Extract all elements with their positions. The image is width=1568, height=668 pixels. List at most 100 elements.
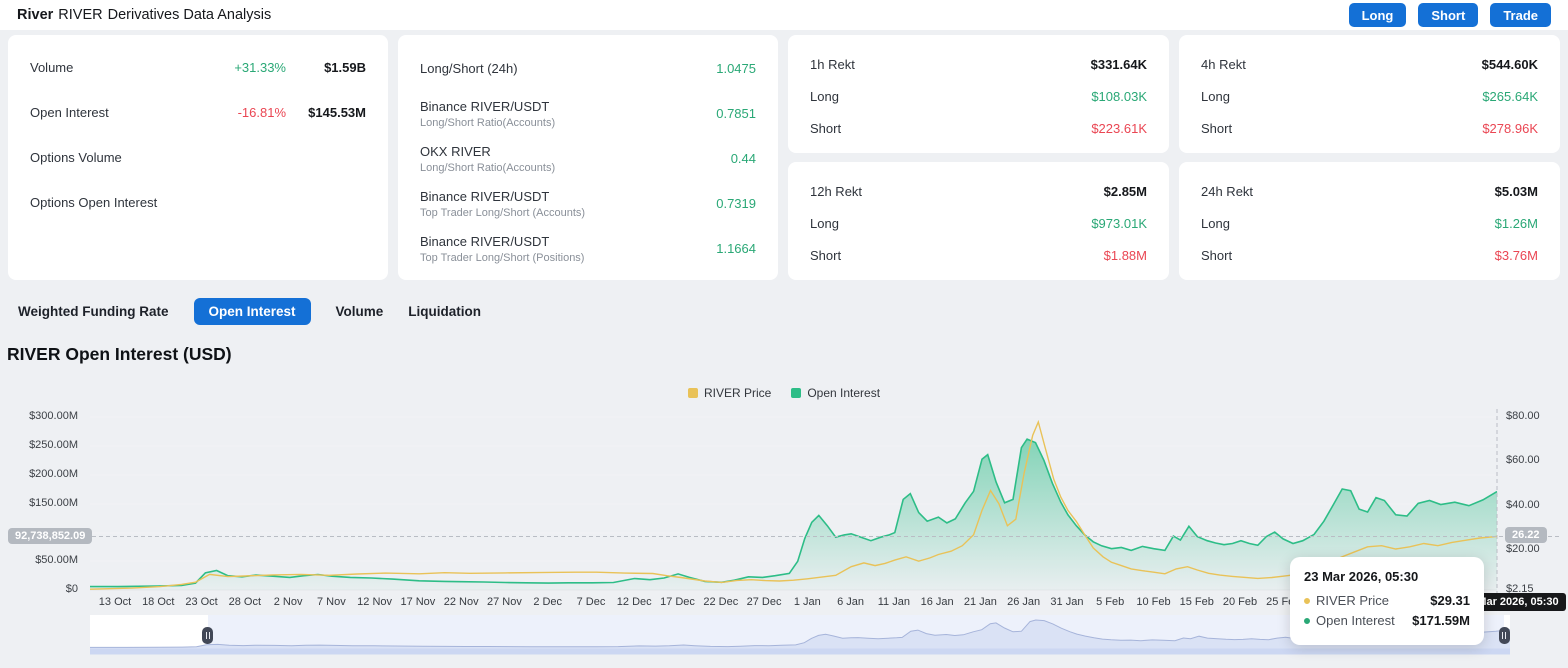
tab-liquidation[interactable]: Liquidation — [408, 304, 481, 319]
right-axis-tick: $40.00 — [1506, 499, 1540, 511]
x-axis-tick: 27 Dec — [747, 596, 782, 608]
rekt-long-value: $973.01K — [1091, 216, 1147, 231]
rekt-card-4h: 4h Rekt$544.60K Long$265.64K Short$278.9… — [1179, 35, 1560, 153]
left-axis-tick: $150.00M — [8, 497, 78, 509]
price-axis-badge: 26.22 — [1505, 527, 1547, 543]
x-axis-tick: 2 Nov — [274, 596, 303, 608]
page-title: RiverRIVERDerivatives Data Analysis — [17, 7, 271, 23]
rekt-short-label: Short — [1201, 121, 1232, 136]
rekt-short-value: $3.76M — [1495, 248, 1538, 263]
x-axis-tick: 1 Jan — [794, 596, 821, 608]
rekt-short-label: Short — [810, 248, 841, 263]
tooltip-row-price: RIVER Price $29.31 — [1304, 593, 1470, 608]
stat-label: Options Volume — [30, 150, 216, 165]
x-axis-tick: 22 Dec — [703, 596, 738, 608]
ratio-value: 0.44 — [731, 151, 756, 166]
left-axis-tick: $50.00M — [8, 554, 78, 566]
derivatives-dashboard: RiverRIVERDerivatives Data Analysis Long… — [0, 0, 1568, 668]
left-axis-tick: $0 — [8, 583, 78, 595]
chart-title: RIVER Open Interest (USD) — [7, 344, 232, 365]
open-interest-axis-badge: 92,738,852.09 — [8, 528, 92, 544]
ratio-title: Binance RIVER/USDT — [420, 234, 584, 249]
tooltip-value: $29.31 — [1430, 593, 1470, 608]
right-axis-tick: $20.00 — [1506, 543, 1540, 555]
rekt-card-1h: 1h Rekt$331.64K Long$108.03K Short$223.6… — [788, 35, 1169, 153]
right-axis-tick: $60.00 — [1506, 454, 1540, 466]
navigator-left-handle[interactable] — [202, 627, 213, 644]
rekt-period: 12h Rekt — [810, 184, 862, 199]
x-axis-tick: 22 Nov — [444, 596, 479, 608]
coin-symbol: RIVER — [58, 7, 102, 23]
short-button[interactable]: Short — [1418, 3, 1478, 27]
x-axis-tick: 7 Dec — [577, 596, 606, 608]
rekt-long-value: $1.26M — [1495, 216, 1538, 231]
left-axis-tick: $200.00M — [8, 468, 78, 480]
x-axis-tick: 7 Nov — [317, 596, 346, 608]
tab-weighted-funding-rate[interactable]: Weighted Funding Rate — [18, 304, 169, 319]
trade-button[interactable]: Trade — [1490, 3, 1551, 27]
tooltip-label: RIVER Price — [1316, 593, 1430, 608]
ratio-row: Binance RIVER/USDT Top Trader Long/Short… — [420, 181, 756, 226]
ratio-title: Binance RIVER/USDT — [420, 99, 555, 114]
x-axis-tick: 10 Feb — [1136, 596, 1170, 608]
x-axis-tick: 13 Oct — [99, 596, 131, 608]
ratio-title: Long/Short (24h) — [420, 61, 518, 76]
ratio-row: OKX RIVER Long/Short Ratio(Accounts) 0.4… — [420, 136, 756, 181]
rekt-short-value: $1.88M — [1104, 248, 1147, 263]
stats-cards-row: Volume +31.33% $1.59B Open Interest -16.… — [8, 35, 1560, 280]
ratio-subtitle: Long/Short Ratio(Accounts) — [420, 117, 555, 129]
stat-label: Options Open Interest — [30, 195, 216, 210]
x-axis-tick: 27 Nov — [487, 596, 522, 608]
x-axis-tick: 2 Dec — [533, 596, 562, 608]
ratio-row: Binance RIVER/USDT Top Trader Long/Short… — [420, 226, 756, 271]
ratio-subtitle: Long/Short Ratio(Accounts) — [420, 162, 555, 174]
legend-label: RIVER Price — [704, 386, 771, 400]
rekt-long-label: Long — [1201, 216, 1230, 231]
market-stats-card: Volume +31.33% $1.59B Open Interest -16.… — [8, 35, 388, 280]
tab-open-interest[interactable]: Open Interest — [194, 298, 311, 325]
left-axis-tick: $300.00M — [8, 410, 78, 422]
legend-item-river-price[interactable]: RIVER Price — [688, 386, 771, 400]
tab-volume[interactable]: Volume — [336, 304, 384, 319]
rekt-long-label: Long — [1201, 89, 1230, 104]
price-dot-icon — [1304, 598, 1310, 604]
ratio-row: Binance RIVER/USDT Long/Short Ratio(Acco… — [420, 91, 756, 136]
right-axis-tick: $80.00 — [1506, 410, 1540, 422]
stat-row-open-interest: Open Interest -16.81% $145.53M — [30, 90, 366, 135]
x-axis-tick: 15 Feb — [1180, 596, 1214, 608]
x-axis-tick: 17 Dec — [660, 596, 695, 608]
stat-label: Volume — [30, 60, 216, 75]
legend-item-open-interest[interactable]: Open Interest — [791, 386, 880, 400]
rekt-period: 1h Rekt — [810, 57, 855, 72]
stat-change: +31.33% — [216, 60, 286, 75]
x-axis-tick: 16 Jan — [921, 596, 954, 608]
ratio-title: Binance RIVER/USDT — [420, 189, 585, 204]
rekt-card-24h: 24h Rekt$5.03M Long$1.26M Short$3.76M — [1179, 162, 1560, 280]
stat-row-options-open-interest: Options Open Interest — [30, 180, 366, 225]
rekt-column-1: 1h Rekt$331.64K Long$108.03K Short$223.6… — [788, 35, 1169, 280]
rekt-total: $331.64K — [1091, 57, 1147, 72]
header-actions: Long Short Trade — [1349, 3, 1551, 27]
x-axis-tick: 20 Feb — [1223, 596, 1257, 608]
x-axis-tick: 28 Oct — [229, 596, 261, 608]
stat-row-volume: Volume +31.33% $1.59B — [30, 45, 366, 90]
ratio-subtitle: Top Trader Long/Short (Accounts) — [420, 207, 585, 219]
x-axis-tick: 26 Jan — [1007, 596, 1040, 608]
ratio-value: 0.7851 — [716, 106, 756, 121]
rekt-total: $544.60K — [1482, 57, 1538, 72]
x-axis-tick: 21 Jan — [964, 596, 997, 608]
left-axis-tick: $250.00M — [8, 439, 78, 451]
rekt-period: 24h Rekt — [1201, 184, 1253, 199]
navigator-right-handle[interactable] — [1499, 627, 1510, 644]
stat-value: $145.53M — [286, 105, 366, 120]
chart-tabs: Weighted Funding Rate Open Interest Volu… — [18, 297, 481, 325]
ratio-value: 1.1664 — [716, 241, 756, 256]
long-short-ratios-card: Long/Short (24h) 1.0475 Binance RIVER/US… — [398, 35, 778, 280]
ratio-subtitle: Top Trader Long/Short (Positions) — [420, 252, 584, 264]
x-axis-tick: 12 Dec — [617, 596, 652, 608]
rekt-column-2: 4h Rekt$544.60K Long$265.64K Short$278.9… — [1179, 35, 1560, 280]
long-button[interactable]: Long — [1349, 3, 1407, 27]
x-axis-tick: 31 Jan — [1050, 596, 1083, 608]
tooltip-value: $171.59M — [1412, 613, 1470, 628]
chart-tooltip: 23 Mar 2026, 05:30 RIVER Price $29.31 Op… — [1290, 557, 1484, 645]
